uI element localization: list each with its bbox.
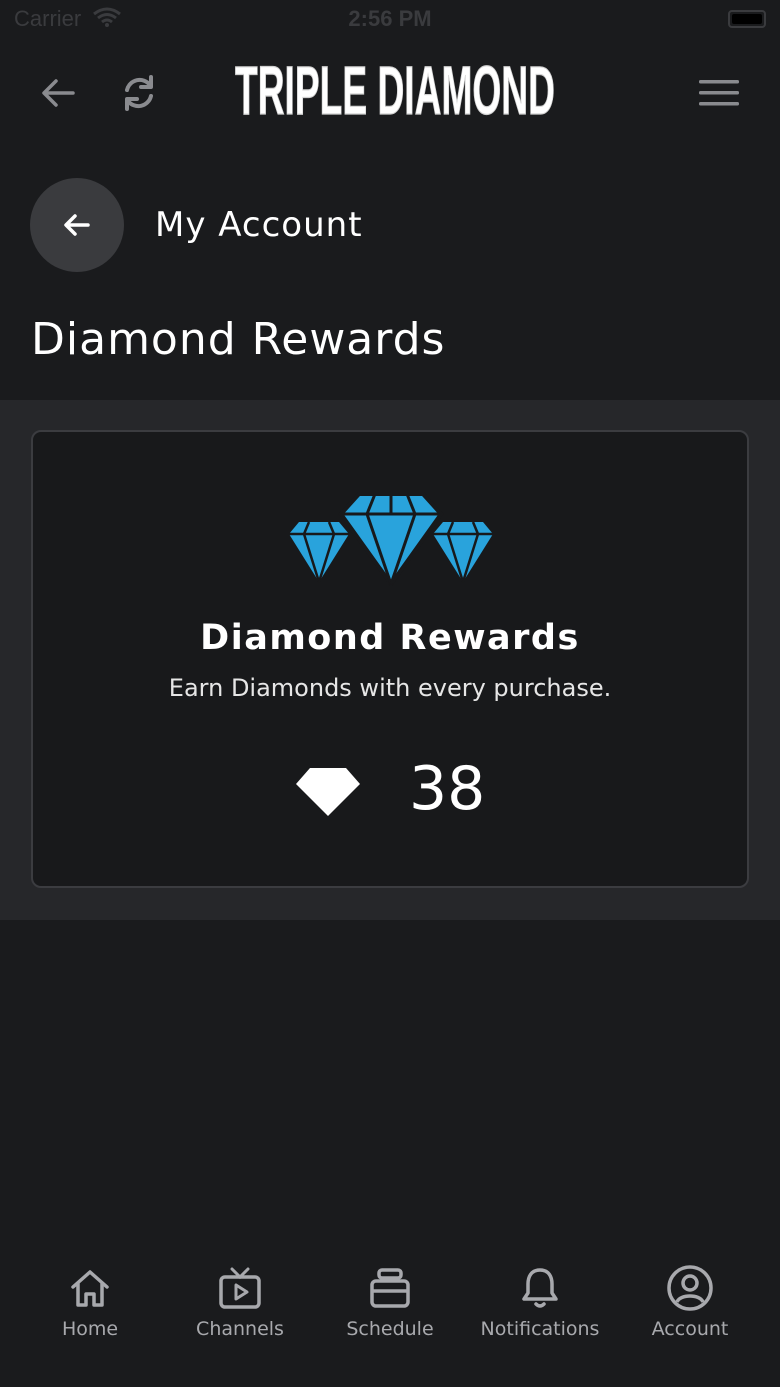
nav-item-home[interactable]: Home (15, 1250, 165, 1387)
arrow-left-icon (64, 214, 90, 236)
account-header: My Account (30, 178, 363, 272)
user-circle-icon (666, 1262, 714, 1314)
account-back-button[interactable] (30, 178, 124, 272)
nav-item-notifications[interactable]: Notifications (465, 1250, 615, 1387)
diamond-icon (296, 768, 360, 820)
triple-diamond-logo: TRIPLE DIAMOND (232, 51, 558, 132)
schedule-icon (369, 1262, 411, 1314)
account-title: My Account (155, 205, 363, 245)
diamond-balance: 38 (33, 750, 747, 830)
nav-item-schedule[interactable]: Schedule (315, 1250, 465, 1387)
rewards-panel: Diamond Rewards Earn Diamonds with every… (0, 400, 780, 920)
arrow-left-icon (42, 79, 75, 107)
hamburger-menu-icon (699, 80, 739, 106)
battery-icon (728, 10, 766, 28)
bell-icon (520, 1262, 560, 1314)
nav-label-channels: Channels (196, 1318, 284, 1340)
svg-text:TRIPLE DIAMOND: TRIPLE DIAMOND (235, 52, 555, 129)
status-bar: Carrier 2:56 PM (0, 0, 780, 40)
three-diamonds-icon (285, 490, 497, 588)
refresh-button[interactable] (114, 68, 164, 118)
bottom-navigation: Home Channels Schedule Notifications Acc… (0, 1250, 780, 1387)
nav-label-notifications: Notifications (480, 1318, 600, 1340)
nav-item-channels[interactable]: Channels (165, 1250, 315, 1387)
rewards-title: Diamond Rewards (200, 618, 580, 658)
rewards-card: Diamond Rewards Earn Diamonds with every… (31, 430, 749, 888)
nav-item-account[interactable]: Account (615, 1250, 765, 1387)
screen: Carrier 2:56 PM TRIPLE DIAMOND My Accoun… (0, 0, 780, 1387)
app-header: TRIPLE DIAMOND (0, 40, 780, 150)
back-button[interactable] (33, 68, 83, 118)
diamond-balance-value: 38 (409, 754, 486, 824)
nav-label-schedule: Schedule (346, 1318, 434, 1340)
tv-icon (218, 1262, 262, 1314)
nav-label-home: Home (61, 1318, 119, 1340)
page-title: Diamond Rewards (31, 314, 446, 365)
refresh-icon (125, 75, 153, 111)
status-time: 2:56 PM (348, 6, 432, 31)
menu-button[interactable] (694, 68, 744, 118)
rewards-subtitle: Earn Diamonds with every purchase. (168, 674, 612, 702)
home-icon (69, 1262, 111, 1314)
nav-label-account: Account (651, 1318, 729, 1340)
